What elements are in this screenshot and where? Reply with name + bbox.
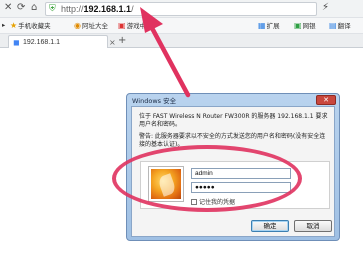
bookmark-games[interactable]: ▣游戏中心 [118, 20, 153, 32]
bookmarks-bar: ▸ ★手机收藏夹 ◉阿址大全 ▣游戏中心 ▦扩展 ▣网银 ▤翻译 [0, 18, 363, 34]
bookmark-directory[interactable]: ◉阿址大全 [74, 20, 108, 32]
expand-icon[interactable]: ▸ [2, 20, 5, 31]
new-tab-button[interactable]: + [118, 34, 126, 47]
dialog-title: Windows 安全 [132, 97, 177, 105]
ok-button[interactable]: 确定 [251, 220, 289, 232]
address-bar-row: ✕ ⟳ ⌂ ⛨ http://192.168.1.1/ ⚡ [0, 0, 363, 18]
tab-close-icon[interactable]: × [109, 37, 116, 48]
globe-icon: ◉ [74, 21, 81, 30]
address-input[interactable]: ⛨ http://192.168.1.1/ [45, 2, 317, 16]
bookmark-mobile[interactable]: ★手机收藏夹 [10, 20, 51, 32]
cancel-button[interactable]: 取消 [294, 220, 332, 232]
shield-icon: ⛨ [49, 4, 56, 14]
translate-icon: ▤ [329, 21, 337, 30]
highlight-ellipse [112, 145, 302, 212]
tool-translate[interactable]: ▤翻译 [329, 20, 351, 32]
dialog-close-button[interactable]: ✕ [316, 95, 336, 105]
close-icon[interactable]: ✕ [4, 2, 12, 14]
tool-extensions[interactable]: ▦扩展 [258, 20, 280, 32]
tab-strip: ◼ 192.168.1.1 × + [0, 34, 363, 48]
gamepad-icon: ▣ [118, 21, 126, 30]
reload-icon[interactable]: ⟳ [17, 2, 25, 14]
home-icon[interactable]: ⌂ [31, 2, 37, 14]
lightning-icon[interactable]: ⚡ [322, 2, 329, 13]
tool-banking[interactable]: ▣网银 [294, 20, 316, 32]
bank-icon: ▣ [294, 21, 302, 30]
address-url: http://192.168.1.1/ [61, 4, 134, 14]
server-message: 位于 FAST Wireless N Router FW300R 的服务器 19… [139, 113, 328, 128]
tab-router[interactable]: ◼ 192.168.1.1 × [8, 35, 116, 48]
page-icon: ◼ [13, 38, 20, 47]
tab-title: 192.168.1.1 [23, 39, 60, 46]
grid-icon: ▦ [258, 21, 266, 30]
star-icon: ★ [10, 21, 18, 30]
